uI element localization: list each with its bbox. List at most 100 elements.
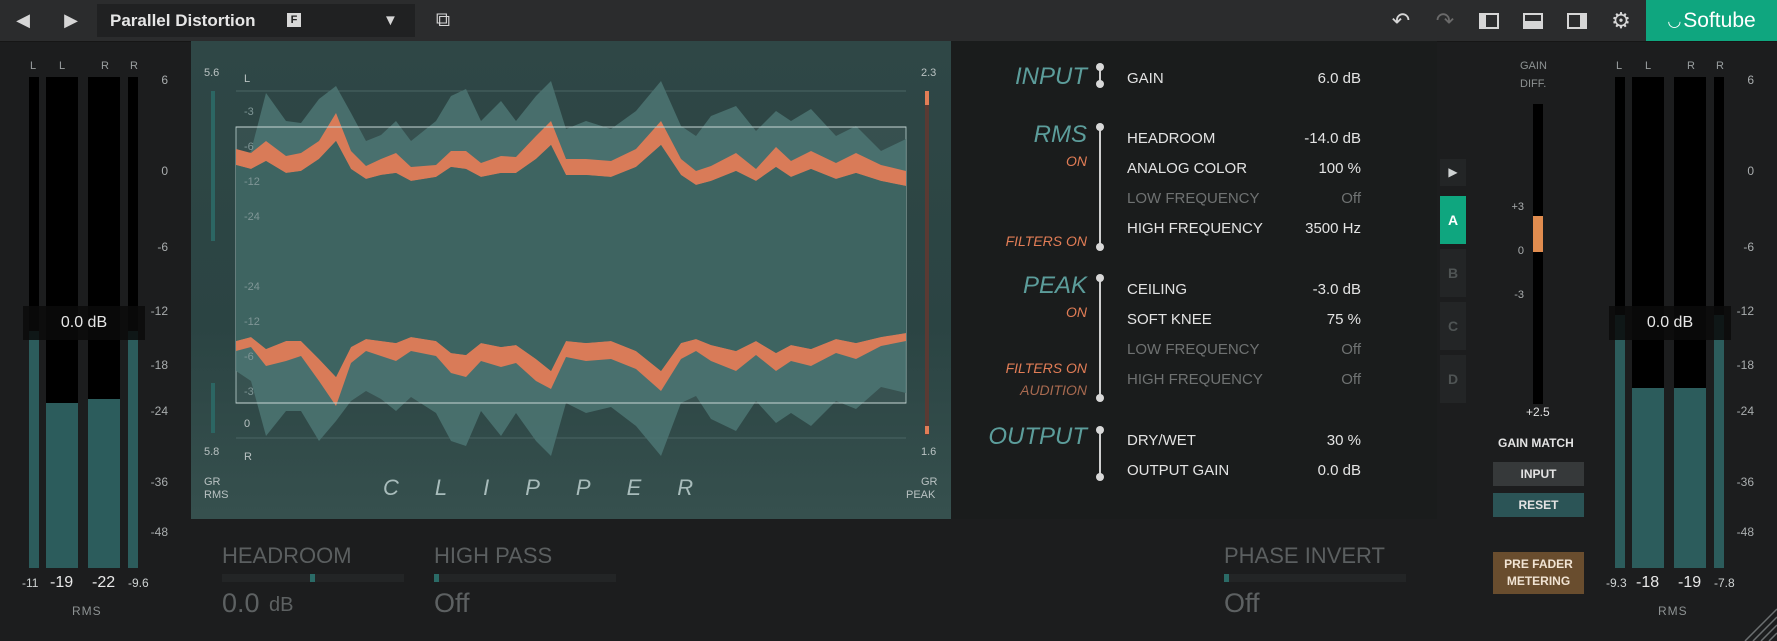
pre-fader-metering-button[interactable]: PRE FADER METERING	[1493, 552, 1584, 594]
gain-diff-fill	[1533, 216, 1543, 252]
snapshot-a-button[interactable]: A	[1440, 196, 1466, 244]
section-title[interactable]: RMS	[1034, 121, 1087, 149]
param-name: ANALOG COLOR	[1127, 160, 1248, 177]
param-value[interactable]: -3.0 dB	[1313, 281, 1361, 298]
param-value[interactable]: -14.0 dB	[1304, 130, 1361, 147]
rms-filters-toggle[interactable]: FILTERS ON	[1006, 233, 1087, 249]
next-preset-button[interactable]: ▶	[48, 0, 94, 41]
param-name: HIGH FREQUENCY	[1127, 371, 1263, 388]
brand-name: Softube	[1683, 8, 1756, 32]
slider-handle[interactable]	[434, 574, 439, 582]
scale-label: -6	[157, 240, 168, 254]
scale-label: -18	[1736, 358, 1754, 372]
grid-label: -3	[244, 386, 254, 398]
param-value[interactable]: 75 %	[1327, 311, 1361, 328]
meter-fill	[29, 331, 39, 568]
meter-fill	[46, 403, 78, 568]
param-value[interactable]: 30 %	[1327, 432, 1361, 449]
channel-label: R	[130, 60, 138, 72]
channel-label: R	[1687, 60, 1695, 72]
section-title[interactable]: OUTPUT	[988, 423, 1087, 451]
redo-icon: ↷	[1435, 7, 1455, 33]
channel-bottom-label: R	[244, 451, 252, 463]
softube-logo[interactable]: ◡ Softube	[1646, 0, 1777, 41]
rms-on-toggle[interactable]: ON	[1066, 153, 1087, 169]
layout-left-icon	[1479, 12, 1499, 29]
param-value[interactable]: 3500 Hz	[1305, 220, 1361, 237]
gr-peak-label: GR	[921, 476, 938, 488]
rms-readout: -18	[1636, 574, 1660, 591]
audition-toggle[interactable]: AUDITION	[1020, 382, 1087, 398]
smile-icon: ◡	[1667, 12, 1682, 30]
settings-button[interactable]: ⚙	[1601, 0, 1641, 41]
section-dot	[1096, 394, 1104, 402]
grid-label: -24	[244, 281, 260, 293]
scale-label: -12	[150, 304, 168, 318]
param-value[interactable]: Off	[1341, 190, 1361, 207]
meter-fill	[88, 399, 120, 568]
param-value[interactable]: 0.0 dB	[1318, 462, 1361, 479]
previous-preset-button[interactable]: ◀	[0, 0, 46, 41]
headroom-slider[interactable]	[222, 574, 404, 582]
meter-fill	[1615, 315, 1625, 568]
slider-handle[interactable]	[1224, 574, 1229, 582]
param-value[interactable]: Off	[1341, 341, 1361, 358]
clipper-display: 5.6 5.8 2.3 1.6 L R -3 -6 -12 -24 -24 -1…	[191, 41, 951, 519]
grid-label: -6	[244, 351, 254, 363]
gain-reduction-graph	[211, 81, 929, 456]
clipper-title: CLIPPER	[383, 475, 730, 500]
meter-caption: RMS	[1658, 604, 1688, 618]
high-pass-value: Off	[434, 588, 470, 618]
param-value[interactable]: 100 %	[1318, 160, 1361, 177]
gr-peak-min: 1.6	[921, 446, 937, 458]
section-dot	[1096, 274, 1104, 282]
scale-label: -36	[1736, 475, 1754, 489]
redo-button[interactable]: ↷	[1425, 0, 1465, 41]
top-bar: ◀ ▶ Parallel Distortion F ▼ ⧉ ↶ ↷ ⚙ ◡ Sof…	[0, 0, 1777, 42]
gain-diff-bar	[1533, 104, 1543, 404]
section-dot	[1096, 80, 1104, 88]
layout-bottom-button[interactable]	[1513, 0, 1553, 41]
preset-selector[interactable]: Parallel Distortion F ▼	[97, 4, 415, 37]
scale-label: -18	[150, 358, 168, 372]
arrow-left-icon: ◀	[16, 10, 30, 30]
chevron-down-icon[interactable]: ▼	[383, 12, 398, 29]
peak-readout: -11	[22, 576, 39, 590]
layout-left-button[interactable]	[1469, 0, 1509, 41]
snapshot-c-button[interactable]: C	[1440, 302, 1466, 350]
window-button[interactable]: ⧉	[420, 0, 466, 41]
section-title[interactable]: PEAK	[1023, 272, 1087, 300]
factory-preset-badge: F	[287, 13, 301, 27]
gr-peak-label: PEAK	[906, 489, 936, 501]
layout-right-button[interactable]	[1557, 0, 1597, 41]
gr-rms-label: GR	[204, 476, 221, 488]
input-db-readout: 0.0 dB	[23, 306, 145, 340]
gr-rms-min: 5.8	[204, 446, 220, 458]
peak-filters-toggle[interactable]: FILTERS ON	[1006, 360, 1087, 376]
pre-fader-label: PRE FADER	[1504, 557, 1573, 571]
section-title[interactable]: INPUT	[1015, 63, 1087, 91]
scale-label: -36	[150, 475, 168, 489]
gain-match-reset-button[interactable]: RESET	[1493, 493, 1584, 517]
snapshot-b-button[interactable]: B	[1440, 249, 1466, 297]
channel-label: L	[59, 60, 66, 72]
scale-label: -6	[1743, 240, 1754, 254]
snapshot-d-button[interactable]: D	[1440, 355, 1466, 403]
expand-panel-button[interactable]: ▶	[1440, 159, 1466, 186]
preset-name: Parallel Distortion	[110, 11, 256, 30]
param-name: OUTPUT GAIN	[1127, 462, 1230, 479]
high-pass-slider[interactable]	[434, 574, 616, 582]
param-name: GAIN	[1127, 70, 1164, 87]
grid-label: -12	[244, 176, 260, 188]
gain-match-input-button[interactable]: INPUT	[1493, 462, 1584, 486]
channel-label: L	[30, 60, 37, 72]
param-value[interactable]: 6.0 dB	[1318, 70, 1361, 87]
phase-invert-slider[interactable]	[1224, 574, 1406, 582]
undo-button[interactable]: ↶	[1381, 0, 1421, 41]
resize-grip-icon[interactable]	[1737, 601, 1777, 641]
slider-handle[interactable]	[310, 574, 315, 582]
peak-on-toggle[interactable]: ON	[1066, 304, 1087, 320]
peak-readout: -7.8	[1714, 576, 1735, 590]
param-value[interactable]: Off	[1341, 371, 1361, 388]
grid-label: -24	[244, 211, 260, 223]
